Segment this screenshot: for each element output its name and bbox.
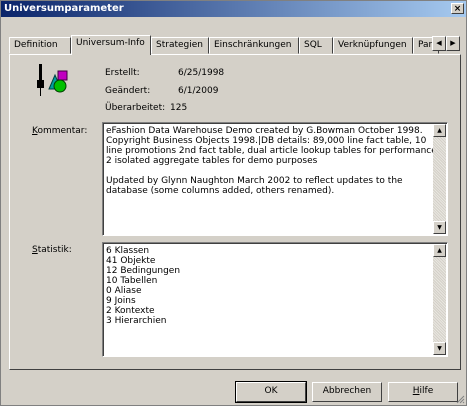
stats-line: 12 Bedingungen — [106, 266, 181, 276]
comment-line — [106, 166, 433, 176]
comment-line: 2 isolated aggregate tables for demo pur… — [106, 156, 318, 166]
created-label: Erstellt: — [105, 68, 140, 78]
comment-line: line promotions 2nd fact table, dual art… — [106, 146, 440, 156]
stats-scrollbar[interactable]: ▲ ▼ — [433, 244, 446, 355]
tab-sql[interactable]: SQL — [299, 37, 333, 54]
scroll-down-icon[interactable]: ▼ — [433, 221, 446, 234]
tab-universe-info[interactable]: Universum-Info — [71, 35, 151, 55]
comment-label-rest: ommentar: — [37, 126, 88, 136]
help-rest: ilfe — [419, 386, 434, 396]
stats-line: 41 Objekte — [106, 256, 156, 266]
revised-label: Überarbeitet: — [105, 103, 166, 113]
comment-scrollbar[interactable]: ▲ ▼ — [433, 124, 446, 234]
modified-value: 6/1/2009 — [178, 86, 219, 96]
stats-line: 2 Kontexte — [106, 306, 155, 316]
cancel-button[interactable]: Abbrechen — [312, 382, 382, 402]
stats-line: 9 Joins — [106, 296, 136, 306]
stats-label-rest: tatistik: — [37, 245, 72, 255]
created-value: 6/25/1998 — [178, 68, 225, 78]
resize-grip-icon[interactable] — [455, 394, 465, 404]
tab-restrictions[interactable]: Einschränkungen — [209, 37, 299, 54]
tab-strip: Definition Universum-Info Strategien Ein… — [9, 35, 461, 55]
help-button[interactable]: Hilfe — [388, 382, 458, 402]
scroll-down-icon[interactable]: ▼ — [433, 342, 446, 355]
stats-line: 0 Aliase — [106, 286, 142, 296]
stats-textarea[interactable]: 6 Klassen 41 Objekte 12 Bedingungen 10 T… — [102, 242, 448, 357]
comment-label: Kommentar: — [32, 126, 87, 136]
universe-icon — [37, 64, 68, 96]
stats-line: 10 Tabellen — [106, 276, 158, 286]
comment-line: Copyright Business Objects 1998.|DB deta… — [106, 136, 427, 146]
stats-label: Statistik: — [32, 245, 72, 255]
tab-scroll-left-icon[interactable]: ◀ — [432, 36, 446, 51]
revised-value: 125 — [170, 103, 188, 113]
scroll-up-icon[interactable]: ▲ — [433, 124, 446, 137]
comment-line: database (some columns added, others ren… — [106, 186, 335, 196]
close-button[interactable]: × — [451, 3, 464, 14]
help-accel: H — [412, 386, 420, 396]
tab-joins-links[interactable]: Verknüpfungen — [333, 37, 413, 54]
universe-parameters-dialog: Universumparameter × Definition Universu… — [0, 0, 467, 406]
scroll-up-icon[interactable]: ▲ — [433, 244, 446, 257]
modified-label: Geändert: — [105, 86, 151, 96]
stats-line: 6 Klassen — [106, 246, 150, 256]
title-bar[interactable]: Universumparameter × — [1, 1, 466, 17]
comment-textarea[interactable]: eFashion Data Warehouse Demo created by … — [102, 122, 448, 236]
tab-definition[interactable]: Definition — [9, 37, 71, 54]
stats-line: 3 Hierarchien — [106, 316, 167, 326]
tab-scroll-right-icon[interactable]: ▶ — [446, 36, 460, 51]
comment-line: eFashion Data Warehouse Demo created by … — [106, 126, 423, 136]
comment-line: Updated by Glynn Naughton March 2002 to … — [106, 176, 403, 186]
window-title: Universumparameter — [4, 3, 124, 14]
ok-button[interactable]: OK — [235, 381, 307, 403]
tab-strategies[interactable]: Strategien — [151, 37, 209, 54]
